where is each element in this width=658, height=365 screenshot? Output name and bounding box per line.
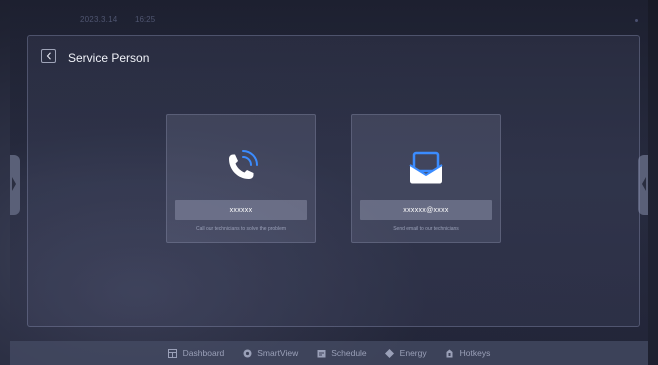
email-card-description: Send email to our technicians [393, 226, 459, 232]
status-date: 2023.3.14 [80, 15, 118, 24]
service-person-panel: Service Person xxxxxx Call our technicia… [27, 35, 640, 327]
email-contact-card[interactable]: xxxxxx@xxxx Send email to our technician… [351, 114, 501, 243]
phone-number-value[interactable]: xxxxxx [175, 200, 307, 220]
taskbar-energy-label: Energy [399, 348, 427, 358]
taskbar-dashboard-label: Dashboard [182, 348, 225, 358]
hotkeys-icon [445, 348, 455, 358]
phone-card-description: Call our technicians to solve the proble… [195, 226, 287, 232]
status-bar: 2023.3.14 16:25 [10, 0, 648, 34]
status-indicator-dot [635, 19, 638, 22]
taskbar: Dashboard SmartView Schedule Energy Hotk… [10, 341, 648, 365]
taskbar-dashboard[interactable]: Dashboard [168, 348, 225, 358]
email-icon [404, 145, 448, 189]
chevron-left-icon [46, 52, 51, 60]
phone-contact-card[interactable]: xxxxxx Call our technicians to solve the… [166, 114, 316, 243]
energy-icon [385, 348, 395, 358]
chevron-left-icon [642, 177, 646, 191]
taskbar-hotkeys[interactable]: Hotkeys [445, 348, 491, 358]
schedule-icon [316, 348, 326, 358]
taskbar-schedule[interactable]: Schedule [316, 348, 367, 358]
status-time: 16:25 [135, 15, 156, 24]
smartview-icon [242, 348, 252, 358]
taskbar-smartview-label: SmartView [257, 348, 299, 358]
back-button[interactable] [41, 49, 56, 63]
chevron-right-icon [12, 177, 16, 191]
taskbar-hotkeys-label: Hotkeys [459, 348, 491, 358]
left-side-handle[interactable] [10, 155, 20, 215]
taskbar-energy[interactable]: Energy [385, 348, 427, 358]
dashboard-icon [168, 348, 178, 358]
phone-icon [219, 145, 263, 189]
email-address-value[interactable]: xxxxxx@xxxx [360, 200, 492, 220]
taskbar-schedule-label: Schedule [331, 348, 367, 358]
taskbar-smartview[interactable]: SmartView [242, 348, 298, 358]
page-title: Service Person [68, 51, 150, 65]
